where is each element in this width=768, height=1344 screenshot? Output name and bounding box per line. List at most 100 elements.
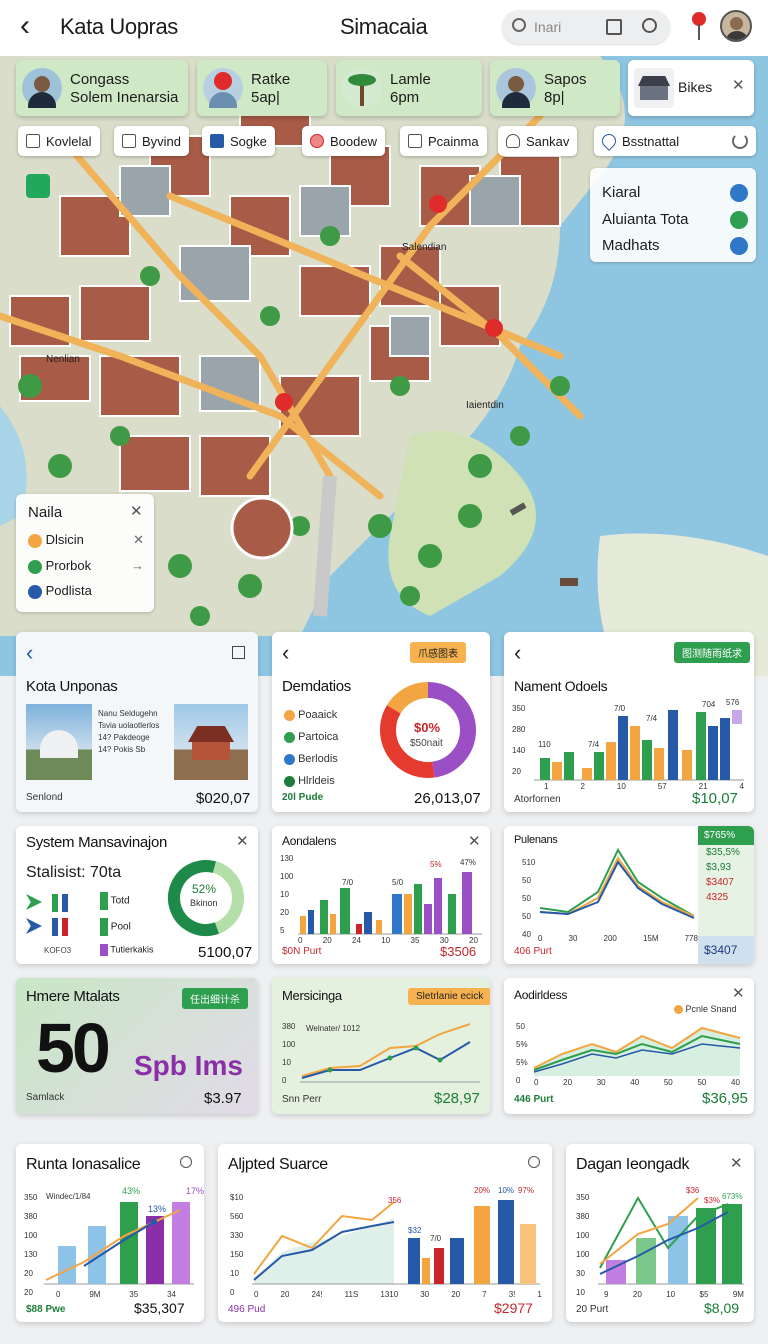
bar <box>708 726 718 780</box>
area-chart <box>533 1026 741 1076</box>
edit-icon[interactable] <box>730 237 748 255</box>
back-icon[interactable]: ‹ <box>282 640 289 666</box>
card-title: Dagan Ieongadk <box>576 1156 690 1173</box>
bar <box>654 748 664 780</box>
card-footer: 406 Purt <box>514 946 552 957</box>
chip-byvind[interactable]: Byvind <box>114 126 190 156</box>
axis-tick: 100 <box>576 1250 590 1259</box>
back-icon[interactable]: ‹ <box>514 640 521 666</box>
chip-bsstnattal[interactable]: Bsstnattal <box>594 126 756 156</box>
avatar <box>22 68 62 108</box>
close-icon[interactable]: ✕ <box>730 1156 743 1171</box>
card-aondalens[interactable]: Aondalens ✕ 130 100 10 20 5 7/0 5/0 5% 47% 0… <box>272 826 490 964</box>
avatar[interactable] <box>720 10 752 42</box>
chip-boodew[interactable]: Boodew <box>302 126 385 156</box>
back-icon[interactable]: ‹ <box>26 640 33 666</box>
line-chart <box>539 847 695 919</box>
axis-tick: 100 <box>24 1231 38 1240</box>
navigate-icon[interactable] <box>730 184 748 202</box>
card-runta-ionasalice[interactable]: Runta Ionasalice 350 380 100 130 20 20 Windec… <box>16 1144 204 1322</box>
event-card-4[interactable]: Sapos 8p| <box>490 60 620 116</box>
back-button[interactable]: ‹ <box>20 10 30 42</box>
arrow-icon[interactable] <box>730 211 748 229</box>
axis-tick: 140 <box>512 746 526 755</box>
places-panel: Kiaral Aluianta Tota Madhats <box>590 168 756 262</box>
chip-label: Bsstnattal <box>622 133 680 149</box>
card-footer: $88 Pwe <box>26 1304 66 1315</box>
bar-label: 20% <box>474 1186 491 1195</box>
refresh-icon[interactable] <box>732 133 748 149</box>
event-title: Lamle <box>390 71 431 88</box>
chip-pcainma[interactable]: Pcainma <box>400 126 487 156</box>
card-mersicinga[interactable]: Mersicinga Sletrlanie ecick 380 100 10 0 We… <box>272 978 490 1114</box>
card-value: 26,013,07 <box>414 790 481 807</box>
place-item[interactable]: Kiaral <box>602 184 748 202</box>
axis-tick: 20 <box>24 1288 33 1297</box>
bar-label: 7/4 <box>646 714 658 723</box>
bar <box>564 752 574 780</box>
card-value: $2977 <box>494 1300 533 1316</box>
bar <box>732 710 742 724</box>
axis-tick: 130 <box>280 854 294 863</box>
event-card-1[interactable]: Congass Solem Inenarsia <box>16 60 188 116</box>
card-title: Demdatios <box>282 678 351 695</box>
info-line: Nanu Seldugehn <box>98 709 158 718</box>
card-nament-odoels[interactable]: ‹ 图测随雨纸求 Nament Odoels 350 280 140 20 11… <box>504 632 754 812</box>
legend-item: Totd <box>100 892 130 910</box>
place-item[interactable]: Aluianta Tota <box>602 211 748 229</box>
search-bar[interactable]: Inari <box>502 10 670 44</box>
card-title: Aodirldess <box>514 988 568 1002</box>
info-line: 14? Pakdeoge <box>98 733 150 742</box>
chip-sankav[interactable]: Sankav <box>498 126 578 156</box>
square-icon[interactable] <box>606 19 622 35</box>
location-pin-icon[interactable] <box>686 12 708 42</box>
close-icon[interactable]: ✕ <box>732 986 745 1001</box>
card-hmere-mtalats[interactable]: Hmere Mtalats 任出细计杀 50 Spb Ims Samlack $… <box>16 978 258 1114</box>
axis-tick: 350 <box>512 704 526 713</box>
search-icon[interactable] <box>528 1156 540 1168</box>
event-card-2[interactable]: Ratke 5ap| <box>197 60 327 116</box>
people-icons <box>26 894 86 954</box>
card-aljpted-suarce[interactable]: Aljpted Suarce $10 560 330 150 10 0 356 20% 1… <box>218 1144 552 1322</box>
close-icon[interactable]: ✕ <box>732 78 745 93</box>
center-title: Simacaia <box>340 14 428 39</box>
chip-sogke[interactable]: Sogke <box>202 126 275 156</box>
square-icon[interactable] <box>232 646 245 659</box>
bar-label: 356 <box>388 1196 402 1205</box>
axis-tick: 5 <box>280 926 285 935</box>
legend-item[interactable]: Prorbok → <box>28 558 144 574</box>
card-kota-unponas[interactable]: ‹ Kota Unponas Nanu Seldugehn Tsvia uola… <box>16 632 258 812</box>
search-icon-right[interactable] <box>642 18 657 33</box>
search-icon[interactable] <box>180 1156 192 1168</box>
card-system-mansavinajon[interactable]: System Mansavinajon ✕ Stalisist: 70ta To… <box>16 826 258 964</box>
event-card-5[interactable]: Bikes ✕ <box>628 60 754 116</box>
card-value: $10,07 <box>692 790 738 807</box>
axis-tick: 10 <box>280 890 289 899</box>
card-pulenans[interactable]: Pulenans 510 50 50 50 40 0 30 200 15M 778 $765% … <box>504 826 754 964</box>
bar-label: 43% <box>122 1186 141 1196</box>
map-label-iaientdin: Iaientdin <box>466 400 504 411</box>
axis-tick: 10 <box>282 1058 291 1067</box>
chip-kovlelal[interactable]: Kovlelal <box>18 126 100 156</box>
legend-item[interactable]: Dlsicin ✕ <box>28 532 144 548</box>
place-item[interactable]: Madhats <box>602 237 748 255</box>
footer-text: KOFO3 <box>44 946 72 955</box>
list-icon <box>122 134 136 148</box>
search-icon <box>512 18 526 32</box>
event-card-3[interactable]: Lamle 6pm <box>336 60 482 116</box>
legend-item[interactable]: Podlista <box>28 583 92 599</box>
bar-label: $36 <box>686 1186 700 1195</box>
card-demdatios[interactable]: ‹ 爪感图表 Demdatios Poaaick Partoica Berlod… <box>272 632 490 812</box>
food-icon <box>310 134 324 148</box>
chip-label: Byvind <box>142 133 182 149</box>
card-aodirldess[interactable]: Aodirldess ✕ Pcnle Snand 50 5% 5% 0 0 20 30 40… <box>504 978 754 1114</box>
axis-tick: $10 <box>230 1193 244 1202</box>
close-icon[interactable]: ✕ <box>130 504 143 519</box>
building-icon <box>634 68 674 108</box>
close-icon[interactable]: ✕ <box>236 834 249 849</box>
close-icon[interactable]: ✕ <box>468 834 481 849</box>
card-footer: $0N Purt <box>282 946 322 957</box>
legend-item: Partoica <box>284 726 338 748</box>
card-dagan-ieongadk[interactable]: Dagan Ieongadk ✕ 350 380 100 100 30 10 $36 $3… <box>566 1144 754 1322</box>
axis-tick: 0 <box>282 1076 287 1085</box>
